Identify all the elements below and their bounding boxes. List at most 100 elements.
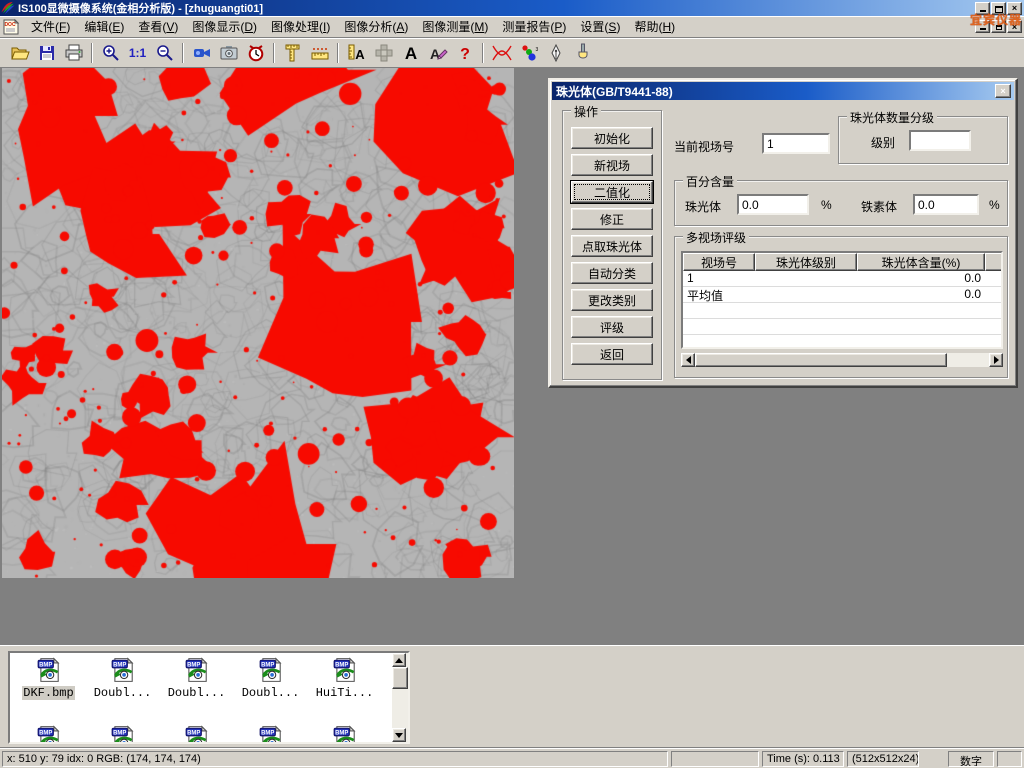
toolbar-separator bbox=[482, 43, 484, 63]
scrollbar-track[interactable] bbox=[947, 353, 989, 367]
menu-item-m[interactable]: 图像测量(M) bbox=[415, 16, 495, 37]
zoom-in-button[interactable] bbox=[97, 40, 124, 65]
curve-tool-button[interactable] bbox=[488, 40, 515, 65]
bmp-file-icon bbox=[258, 725, 284, 744]
arrow-right-icon bbox=[994, 356, 999, 364]
snapshot-button[interactable] bbox=[215, 40, 242, 65]
op-button-9[interactable]: 返回 bbox=[571, 343, 653, 365]
status-bar: x: 510 y: 79 idx: 0 RGB: (174, 174, 174)… bbox=[0, 747, 1024, 768]
timer-button[interactable] bbox=[242, 40, 269, 65]
scroll-right-button[interactable] bbox=[989, 353, 1003, 367]
menu-item-a[interactable]: 图像分析(A) bbox=[337, 16, 415, 37]
grading-group: 珠光体数量分级 级别 bbox=[838, 116, 1008, 164]
measure-text-button[interactable]: A bbox=[343, 40, 370, 65]
classify-button[interactable]: 3 bbox=[515, 40, 542, 65]
menu-item-i[interactable]: 图像处理(I) bbox=[264, 16, 337, 37]
op-button-7[interactable]: 更改类别 bbox=[571, 289, 653, 311]
pearlite-dialog: 珠光体(GB/T9441-88) × 操作 初始化新视场二值化修正点取珠光体自动… bbox=[548, 78, 1018, 388]
op-button-5[interactable]: 点取珠光体 bbox=[571, 235, 653, 257]
metallograph-image[interactable] bbox=[2, 68, 514, 578]
file-item-hidden[interactable] bbox=[160, 725, 233, 744]
op-button-6[interactable]: 自动分类 bbox=[571, 262, 653, 284]
file-list-scrollbar[interactable] bbox=[392, 653, 408, 742]
arrow-up-icon bbox=[395, 658, 403, 663]
op-button-4[interactable]: 修正 bbox=[571, 208, 653, 230]
help-button[interactable]: ? bbox=[451, 40, 478, 65]
level-input[interactable] bbox=[909, 130, 971, 151]
scrollbar-thumb[interactable] bbox=[392, 667, 408, 689]
scroll-down-button[interactable] bbox=[392, 728, 406, 742]
pearlite-label: 珠光体 bbox=[685, 198, 721, 215]
menu-item-d[interactable]: 图像显示(D) bbox=[185, 16, 264, 37]
file-list: DKF.bmpDoubl...Doubl...Doubl...HuiTi... bbox=[8, 651, 410, 744]
ferrite-input[interactable] bbox=[913, 194, 979, 215]
file-item-hidden[interactable] bbox=[86, 725, 159, 744]
print-button[interactable] bbox=[60, 40, 87, 65]
table-header-1[interactable]: 视场号 bbox=[683, 253, 755, 271]
table-row-1[interactable]: 10.0 bbox=[683, 271, 1001, 287]
menu-item-h[interactable]: 帮助(H) bbox=[627, 16, 682, 37]
pen-tool-button[interactable] bbox=[542, 40, 569, 65]
svg-text:A: A bbox=[355, 47, 365, 62]
op-button-2[interactable]: 新视场 bbox=[571, 154, 653, 176]
op-button-8[interactable]: 评级 bbox=[571, 316, 653, 338]
table-row-2[interactable]: 平均值0.0 bbox=[683, 287, 1001, 303]
table-row-5[interactable] bbox=[683, 335, 1001, 349]
table-header-4[interactable]: 铁素体 bbox=[985, 253, 1003, 271]
zoom-out-button[interactable] bbox=[151, 40, 178, 65]
toolbar-separator bbox=[273, 43, 275, 63]
menu-item-s[interactable]: 设置(S) bbox=[573, 16, 627, 37]
toolbar: 1:1 A A A ? 3 bbox=[0, 38, 1024, 68]
scrollbar-track[interactable] bbox=[392, 689, 408, 728]
table-row-4[interactable] bbox=[683, 319, 1001, 335]
actual-size-button[interactable]: 1:1 bbox=[124, 40, 151, 65]
video-capture-button[interactable] bbox=[188, 40, 215, 65]
pearlite-input[interactable] bbox=[737, 194, 809, 215]
table-cell bbox=[683, 335, 755, 349]
open-button[interactable] bbox=[6, 40, 33, 65]
table-header-3[interactable]: 珠光体含量(%) bbox=[857, 253, 985, 271]
app-logo-icon bbox=[0, 1, 15, 15]
scrollbar-thumb[interactable] bbox=[695, 353, 947, 367]
file-item-5[interactable]: HuiTi... bbox=[308, 657, 381, 701]
menu-bar: DOC 文件(F)编辑(E)查看(V)图像显示(D)图像处理(I)图像分析(A)… bbox=[0, 16, 1024, 38]
text-tool-button[interactable]: A bbox=[397, 40, 424, 65]
table-cell bbox=[755, 319, 857, 334]
status-spacer-panel bbox=[671, 751, 759, 767]
file-item-3[interactable]: Doubl... bbox=[160, 657, 233, 701]
document-icon: DOC bbox=[2, 18, 20, 35]
menu-item-v[interactable]: 查看(V) bbox=[131, 16, 185, 37]
table-header-2[interactable]: 珠光体级别 bbox=[755, 253, 857, 271]
save-button[interactable] bbox=[33, 40, 60, 65]
svg-text:?: ? bbox=[460, 46, 470, 63]
grid-cross-icon bbox=[374, 43, 394, 63]
brush-tool-button[interactable] bbox=[569, 40, 596, 65]
grid-tool-button[interactable] bbox=[370, 40, 397, 65]
brush-icon bbox=[573, 43, 593, 63]
file-item-4[interactable]: Doubl... bbox=[234, 657, 307, 701]
menu-item-e[interactable]: 编辑(E) bbox=[77, 16, 131, 37]
dialog-close-button[interactable]: × bbox=[995, 84, 1011, 98]
current-field-input[interactable] bbox=[762, 133, 830, 154]
menu-item-p[interactable]: 测量报告(P) bbox=[495, 16, 573, 37]
title-bar: IS100显微摄像系统(金相分析版) - [zhuguangti01] × bbox=[0, 0, 1024, 16]
ruler-button[interactable] bbox=[306, 40, 333, 65]
file-item-hidden[interactable] bbox=[234, 725, 307, 744]
edit-text-button[interactable]: A bbox=[424, 40, 451, 65]
menu-item-f[interactable]: 文件(F) bbox=[24, 16, 77, 37]
ferrite-label: 铁素体 bbox=[861, 198, 897, 215]
scroll-up-button[interactable] bbox=[392, 653, 406, 667]
table-row-3[interactable] bbox=[683, 303, 1001, 319]
op-button-3[interactable]: 二值化 bbox=[571, 181, 653, 203]
table-horizontal-scrollbar[interactable] bbox=[681, 353, 1003, 367]
scroll-left-button[interactable] bbox=[681, 353, 695, 367]
dialog-title-bar[interactable]: 珠光体(GB/T9441-88) × bbox=[552, 82, 1014, 100]
file-item-2[interactable]: Doubl... bbox=[86, 657, 159, 701]
file-item-1[interactable]: DKF.bmp bbox=[12, 657, 85, 701]
op-button-1[interactable]: 初始化 bbox=[571, 127, 653, 149]
one-to-one-label: 1:1 bbox=[129, 46, 146, 60]
file-item-hidden[interactable] bbox=[308, 725, 381, 744]
dialog-close-icon: × bbox=[1000, 86, 1005, 96]
file-item-hidden[interactable] bbox=[12, 725, 85, 744]
caliper-button[interactable] bbox=[279, 40, 306, 65]
